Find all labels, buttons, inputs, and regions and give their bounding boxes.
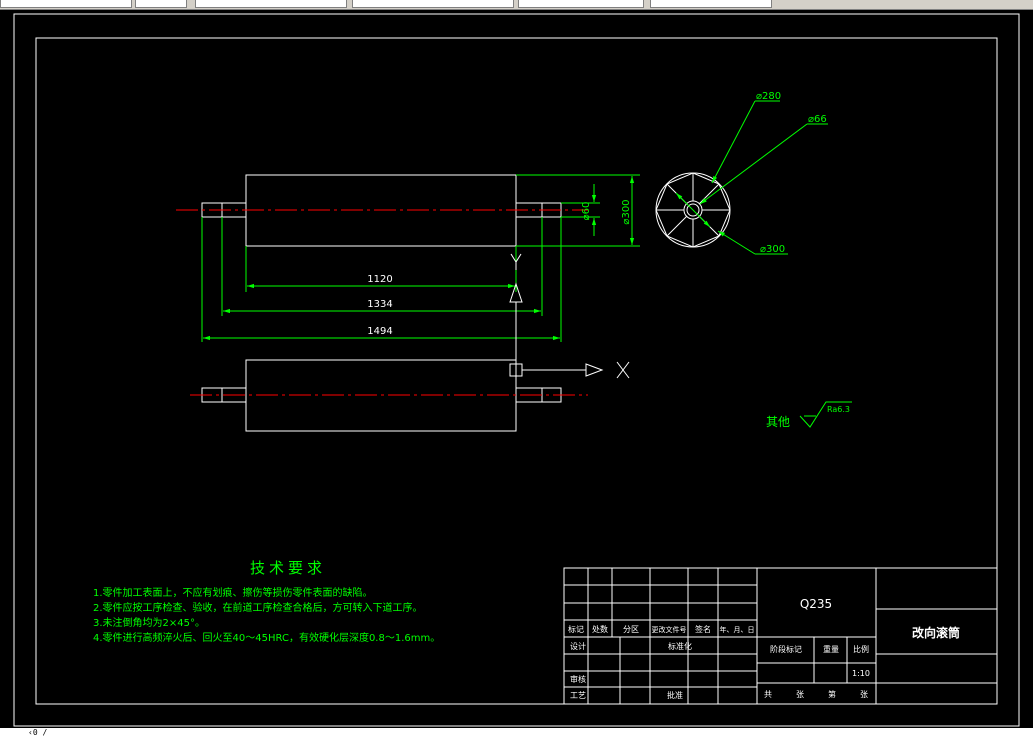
ucs-icon bbox=[509, 253, 630, 379]
sheets-total-prefix: 共 bbox=[764, 690, 772, 699]
header-date: 年、月、日 bbox=[720, 625, 755, 634]
cad-drawing: ⌀300 ⌀60 1120 1334 1494 ⌀280 ⌀66 ⌀300 其他… bbox=[13, 13, 1020, 727]
tech-req-item: 3.未注倒角均为2×45°。 bbox=[93, 616, 205, 629]
design-label: 设计 bbox=[570, 641, 586, 651]
toolbar-field[interactable] bbox=[0, 0, 132, 8]
tech-req-item: 4.零件进行高频淬火后、回火至40～45HRC，有效硬化层深度0.8～1.6mm… bbox=[93, 631, 440, 644]
stage-mark-label: 阶段标记 bbox=[770, 644, 802, 654]
tech-req-item: 2.零件应按工序检查、验收，在前道工序检查合格后，方可转入下道工序。 bbox=[93, 601, 423, 614]
process-label: 工艺 bbox=[570, 691, 586, 700]
sheet-number-suffix: 张 bbox=[860, 690, 868, 699]
scale-label: 比例 bbox=[853, 644, 869, 654]
toolbar-field[interactable] bbox=[135, 0, 187, 8]
roughness-value: Ra6.3 bbox=[827, 405, 850, 414]
review-label: 审核 bbox=[570, 674, 586, 684]
dim-dia-300-side: ⌀300 bbox=[621, 199, 632, 224]
part-name: 改向滚筒 bbox=[912, 625, 960, 640]
status-bar: ‹0 / bbox=[0, 728, 1033, 737]
toolbar-field[interactable] bbox=[518, 0, 644, 8]
header-mark: 标记 bbox=[568, 624, 584, 634]
dim-dia-60: ⌀60 bbox=[581, 202, 592, 221]
weight-label: 重量 bbox=[823, 644, 839, 654]
sheet-number-prefix: 第 bbox=[828, 689, 836, 699]
toolbar-field[interactable] bbox=[195, 0, 347, 8]
scale-value: 1:10 bbox=[852, 669, 870, 678]
toolbar-field[interactable] bbox=[352, 0, 514, 8]
end-view-leaders bbox=[675, 100, 828, 255]
dim-dia-280: ⌀280 bbox=[756, 91, 781, 102]
header-sign: 签名 bbox=[695, 624, 711, 634]
material-label: Q235 bbox=[800, 597, 832, 611]
toolbar-field[interactable] bbox=[650, 0, 772, 8]
header-zone: 分区 bbox=[623, 625, 639, 634]
header-count: 处数 bbox=[592, 624, 608, 634]
sheets-total-suffix: 张 bbox=[796, 690, 804, 699]
dim-len-1334: 1334 bbox=[367, 299, 392, 310]
dim-len-1494: 1494 bbox=[367, 326, 392, 337]
tech-req-item: 1.零件加工表面上，不应有划痕、擦伤等损伤零件表面的缺陷。 bbox=[93, 586, 373, 599]
dim-len-1120: 1120 bbox=[367, 274, 392, 285]
dim-dia-66: ⌀66 bbox=[808, 114, 827, 125]
roughness-prefix: 其他 bbox=[766, 415, 790, 429]
toolbar-strip bbox=[0, 0, 1033, 10]
drawing-canvas[interactable]: ⌀300 ⌀60 1120 1334 1494 ⌀280 ⌀66 ⌀300 其他… bbox=[0, 10, 1033, 728]
header-change-doc: 更改文件号 bbox=[652, 625, 687, 634]
dim-dia-300-end: ⌀300 bbox=[760, 244, 785, 255]
tech-req-title: 技术要求 bbox=[250, 559, 326, 577]
standardization-label: 标准化 bbox=[668, 641, 692, 651]
status-fragment: ‹0 / bbox=[28, 728, 48, 737]
approve-label: 批准 bbox=[667, 690, 683, 700]
